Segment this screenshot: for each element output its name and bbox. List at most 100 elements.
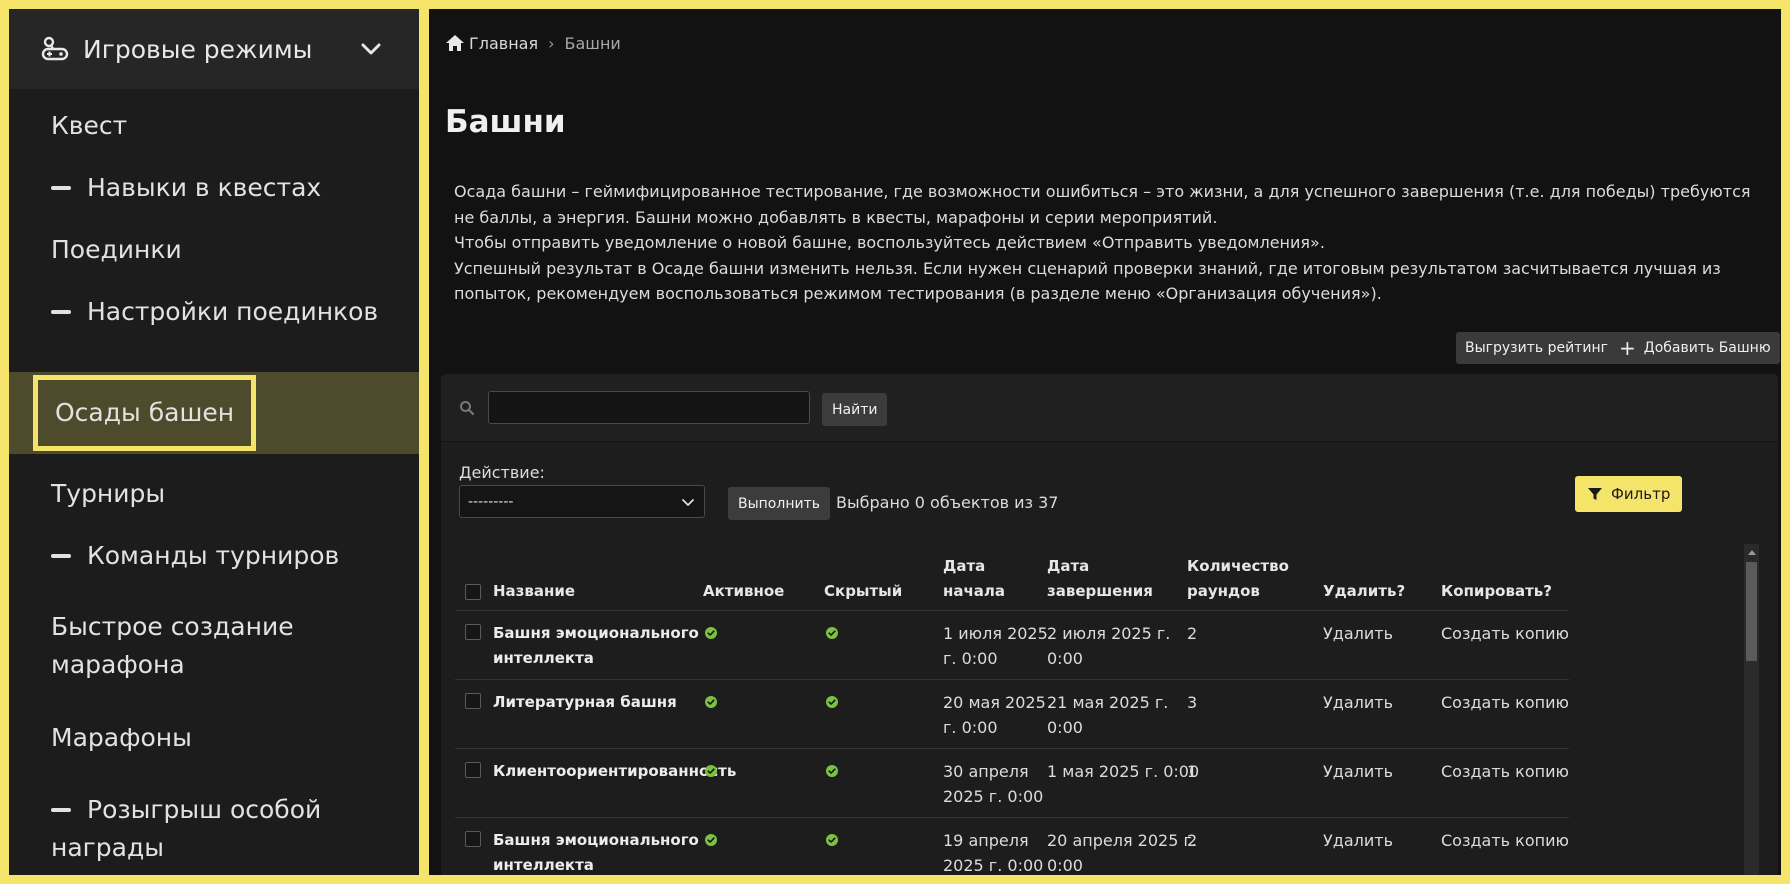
tower-name-link[interactable]: Клиентоориентированность [493,759,736,784]
description-paragraph: Успешный результат в Осаде башни изменит… [454,258,1721,304]
rounds-count: 3 [1187,693,1198,712]
row-checkbox[interactable] [465,624,481,640]
column-header-copy: Копировать? [1441,582,1552,600]
delete-link[interactable]: Удалить [1323,690,1393,715]
row-checkbox[interactable] [465,762,481,778]
end-date: 1 мая 2025 г. 0:00 [1047,759,1199,784]
column-header-hidden[interactable]: Скрытый [824,579,902,604]
game-controller-icon [39,33,71,65]
sidebar-section-header[interactable]: Игровые режимы [9,9,419,89]
sidebar-item-duel-settings[interactable]: Настройки поединков [9,281,419,343]
date-line: 0:00 [1047,856,1083,875]
check-circle-icon [826,627,838,639]
sidebar-item-special-prize[interactable]: Розыгрыш особой награды [9,788,419,870]
scroll-up-arrow-icon[interactable] [1744,544,1759,560]
add-tower-label: Добавить Башню [1643,340,1771,356]
column-header-line: Дата [1047,557,1090,575]
search-input[interactable] [488,391,810,424]
sidebar-item-label: Поединки [51,235,182,264]
sidebar-item-quick-marathon[interactable]: Быстрое создание марафона [9,605,419,687]
column-header-line: начала [943,582,1006,600]
column-header-line: Количество [1187,557,1289,575]
tower-name-line: Башня эмоционального [493,831,699,849]
page-title: Башни [445,104,566,140]
sidebar-item-label: Навыки в квестах [87,173,322,202]
rounds-count: 2 [1187,831,1198,850]
date-line: г. 0:00 [943,718,998,737]
copy-link[interactable]: Создать копию [1441,759,1569,784]
row-checkbox[interactable] [465,693,481,709]
chevron-down-icon[interactable] [357,35,385,63]
sidebar-item-duels[interactable]: Поединки [9,219,419,281]
action-select-value: --------- [468,493,514,510]
row-checkbox[interactable] [465,831,481,847]
home-icon[interactable] [445,33,465,53]
column-header-rounds[interactable]: Количество раундов [1187,554,1289,604]
delete-link[interactable]: Удалить [1323,621,1393,646]
filter-icon [1587,486,1603,502]
tower-name-line: Клиентоориентированность [493,762,737,780]
date-line: 20 мая 2025 [943,693,1046,712]
column-header-active[interactable]: Активное [703,579,784,604]
select-all-checkbox[interactable] [465,584,481,600]
scrollbar-thumb[interactable] [1746,562,1757,661]
breadcrumb-separator: › [548,33,555,53]
main-content: Главная › Башни Башни Осада башни – гейм… [429,9,1781,875]
add-tower-button[interactable]: + Добавить Башню [1610,332,1780,364]
sidebar-item-tournaments[interactable]: Турниры [9,463,419,525]
delete-link[interactable]: Удалить [1323,759,1393,784]
page-description: Осада башни – геймифицированное тестиров… [454,179,1774,307]
sidebar-item-label: Осады башен [55,398,235,427]
column-header-name[interactable]: Название [493,579,575,604]
table-scrollbar[interactable] [1744,544,1759,875]
search-button[interactable]: Найти [822,393,888,426]
column-header-start[interactable]: Дата начала [943,554,1005,604]
export-rating-button[interactable]: Выгрузить рейтинг [1456,332,1617,364]
action-label: Действие: [459,463,545,482]
dash-icon [51,310,71,314]
breadcrumb-home-link[interactable]: Главная [469,34,538,53]
sidebar-item-label: Турниры [51,479,166,508]
check-circle-icon [705,765,717,777]
date-line: 0:00 [1047,718,1083,737]
start-date: 1 июля 2025 г. 0:00 [943,621,1048,671]
filter-button[interactable]: Фильтр [1575,476,1683,512]
breadcrumb-current: Башни [564,33,621,53]
plus-icon: + [1619,336,1636,360]
tower-name-link[interactable]: Башня эмоционального интеллекта [493,621,699,671]
start-date: 30 апреля 2025 г. 0:00 [943,759,1043,809]
tower-name-line: интеллекта [493,856,594,874]
copy-link[interactable]: Создать копию [1441,690,1569,715]
rounds-count: 2 [1187,624,1198,643]
date-line: 1 июля 2025 [943,624,1048,643]
date-line: 20 апреля 2025 г. [1047,831,1197,850]
table-body: Башня эмоционального интеллекта 1 июля 202… [455,611,1569,875]
sidebar-item-quest[interactable]: Квест [9,95,419,157]
table-header: Название Активное Скрытый Дата начала Да… [455,542,1569,611]
copy-link[interactable]: Создать копию [1441,621,1569,646]
sidebar-item-line: Розыгрыш особой [51,791,321,829]
column-header-end[interactable]: Дата завершения [1047,554,1153,604]
check-circle-icon [705,696,717,708]
run-action-button[interactable]: Выполнить [728,487,830,520]
sidebar-item-label: марафона [51,650,185,679]
action-select[interactable]: --------- [459,485,705,518]
sidebar-item-label: Марафоны [51,723,192,752]
copy-link[interactable]: Создать копию [1441,828,1569,853]
sidebar-item-tower-sieges[interactable]: Осады башен [9,372,419,454]
dash-icon [51,808,71,812]
delete-link[interactable]: Удалить [1323,828,1393,853]
sidebar-item-tournament-teams[interactable]: Команды турниров [9,525,419,587]
sidebar-item-marathons[interactable]: Марафоны [9,707,419,769]
table-row: Клиентоориентированность 30 апреля 2025 г.… [455,749,1569,818]
date-line: 2 июля 2025 г. [1047,624,1171,643]
tower-name-link[interactable]: Литературная башня [493,690,677,715]
description-paragraph: Чтобы отправить уведомление о новой башн… [454,233,1325,252]
tower-name-link[interactable]: Башня эмоционального интеллекта [493,828,699,875]
sidebar-item-quest-skills[interactable]: Навыки в квестах [9,157,419,219]
chevron-down-icon [680,494,696,510]
sidebar-item-label: Настройки поединков [87,297,379,326]
tower-name-line: Литературная башня [493,693,677,711]
column-header-line: завершения [1047,582,1153,600]
export-rating-label: Выгрузить рейтинг [1465,340,1608,356]
